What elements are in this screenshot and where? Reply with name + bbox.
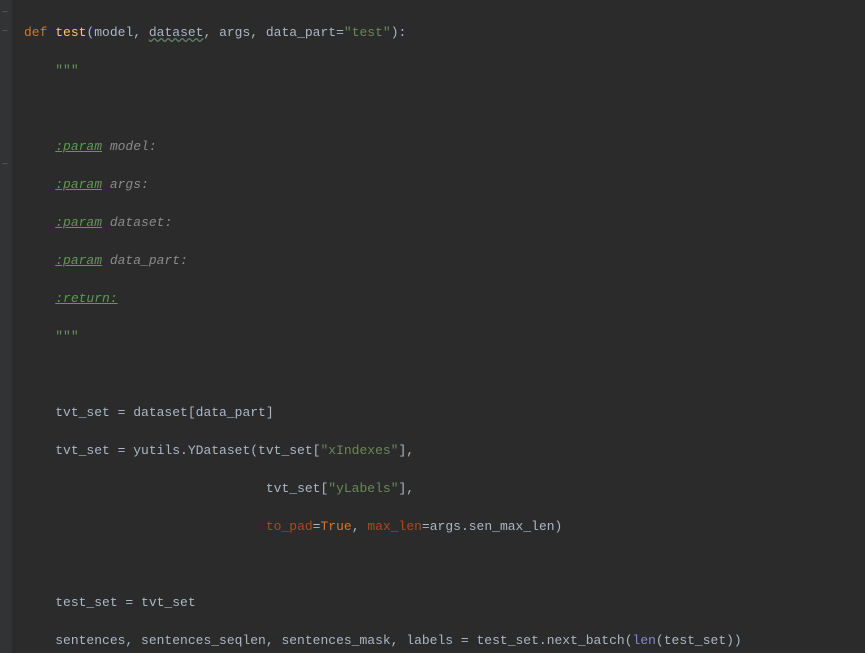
doc-tag: :param: [55, 139, 102, 154]
code-line: sentences, sentences_seqlen, sentences_m…: [8, 631, 865, 650]
text: =: [422, 519, 430, 534]
string-literal: "test": [344, 25, 391, 40]
text: ,: [352, 519, 368, 534]
code-line: [8, 99, 865, 118]
code-line: """: [8, 327, 865, 346]
text: ],: [398, 443, 414, 458]
code-line: :param data_part:: [8, 251, 865, 270]
doc-tag: :param: [55, 215, 102, 230]
code-line: to_pad=True, max_len=args.sen_max_len): [8, 517, 865, 536]
kwarg: max_len: [367, 519, 422, 534]
text: (model,: [86, 25, 148, 40]
code-line: :param model:: [8, 137, 865, 156]
code-line: :return:: [8, 289, 865, 308]
function-name: test: [55, 25, 86, 40]
doc-tag: :return:: [55, 291, 117, 306]
code-line: test_set = tvt_set: [8, 593, 865, 612]
keyword-true: True: [320, 519, 351, 534]
code-line: :param dataset:: [8, 213, 865, 232]
code-line: :param args:: [8, 175, 865, 194]
text: (test_set)): [656, 633, 742, 648]
text: args.sen_max_len): [430, 519, 563, 534]
text: tvt_set[: [266, 481, 328, 496]
docstring-close: """: [55, 329, 78, 344]
code-line: tvt_set = dataset[data_part]: [8, 403, 865, 422]
code-line: def test(model, dataset, args, data_part…: [8, 23, 865, 42]
string-literal: "xIndexes": [320, 443, 398, 458]
builtin-len: len: [633, 633, 656, 648]
doc-param: args:: [102, 177, 149, 192]
string-literal: "yLabels": [328, 481, 398, 496]
code-line: [8, 555, 865, 574]
doc-param: dataset:: [102, 215, 172, 230]
doc-tag: :param: [55, 253, 102, 268]
text: tvt_set = yutils.YDataset(tvt_set[: [55, 443, 320, 458]
keyword-def: def: [24, 25, 55, 40]
doc-param: data_part:: [102, 253, 188, 268]
code-line: tvt_set = yutils.YDataset(tvt_set["xInde…: [8, 441, 865, 460]
text: [55, 519, 266, 534]
text: ],: [399, 481, 415, 496]
code-line: [8, 365, 865, 384]
doc-tag: :param: [55, 177, 102, 192]
kwarg: to_pad: [266, 519, 313, 534]
param-dataset: dataset: [149, 25, 204, 40]
text: tvt_set = dataset[data_part]: [55, 405, 273, 420]
code-line: tvt_set["yLabels"],: [8, 479, 865, 498]
text: sentences, sentences_seqlen, sentences_m…: [55, 633, 632, 648]
code-line: """: [8, 61, 865, 80]
code-editor[interactable]: def test(model, dataset, args, data_part…: [0, 0, 865, 653]
doc-param: model:: [102, 139, 157, 154]
docstring-open: """: [55, 63, 78, 78]
text: , args, data_part=: [203, 25, 343, 40]
text: [55, 481, 266, 496]
text: test_set = tvt_set: [55, 595, 195, 610]
text: ):: [391, 25, 407, 40]
